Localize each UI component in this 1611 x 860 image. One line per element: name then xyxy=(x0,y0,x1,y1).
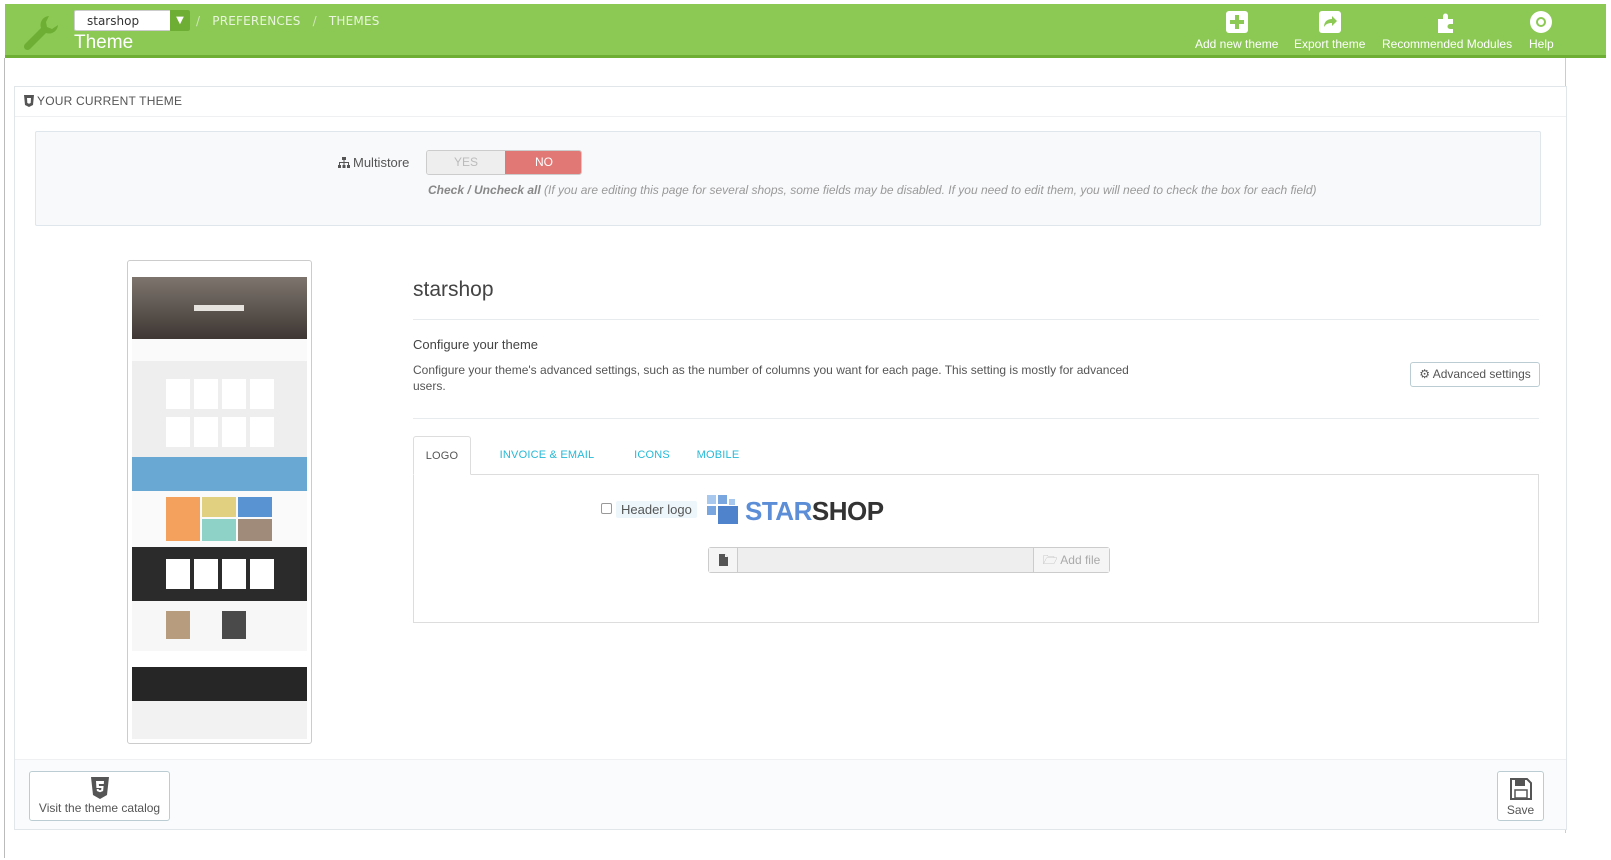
chevron-down-icon: ▼ xyxy=(170,10,190,31)
logo-tab-pane: Header logo STARSHOP 🗁 Add file xyxy=(413,475,1539,623)
gear-icon: ⚙ xyxy=(1419,367,1431,381)
panel-heading: YOUR CURRENT THEME xyxy=(15,87,1566,117)
divider xyxy=(413,418,1539,419)
export-theme-label: Export theme xyxy=(1294,37,1366,51)
multistore-label: Multistore xyxy=(338,155,409,170)
logo-tabs: LOGO INVOICE & EMAIL LOGOS ICONS MOBILE xyxy=(413,436,1539,500)
divider xyxy=(413,319,1539,320)
add-new-theme-button[interactable]: Add new theme xyxy=(1195,10,1278,51)
panel-title: YOUR CURRENT THEME xyxy=(37,94,183,108)
page-title: Theme xyxy=(74,32,134,53)
shop-selector-value: starshop xyxy=(87,14,140,28)
configure-description: Configure your theme's advanced settings… xyxy=(413,363,1129,393)
advanced-settings-button[interactable]: ⚙ Advanced settings xyxy=(1410,362,1540,387)
share-icon xyxy=(1318,11,1341,33)
breadcrumb-item-preferences[interactable]: PREFERENCES xyxy=(212,14,300,28)
add-file-button[interactable]: 🗁 Add file xyxy=(1033,548,1109,572)
page-header: starshop ▼ / PREFERENCES / THEMES Theme … xyxy=(5,4,1606,58)
header-logo-label[interactable]: Header logo xyxy=(616,501,697,518)
panel-footer: Visit the theme catalog Save xyxy=(15,759,1566,829)
file-upload-field[interactable]: 🗁 Add file xyxy=(708,547,1110,573)
html5-icon xyxy=(24,95,34,107)
breadcrumb: / PREFERENCES / THEMES xyxy=(196,14,380,28)
multistore-no-option[interactable]: NO xyxy=(505,151,581,174)
wrench-icon xyxy=(23,16,58,51)
shop-logo-image: STARSHOP xyxy=(707,495,884,526)
lifebuoy-icon xyxy=(1530,11,1553,33)
multistore-yes-option[interactable]: YES xyxy=(427,151,505,174)
plus-square-icon xyxy=(1225,11,1248,33)
save-button[interactable]: Save xyxy=(1497,771,1544,821)
tab-invoice-email-logos[interactable]: INVOICE & EMAIL LOGOS xyxy=(479,436,615,500)
puzzle-icon xyxy=(1438,13,1454,33)
help-label: Help xyxy=(1529,37,1554,51)
tab-mobile[interactable]: MOBILE xyxy=(689,436,747,475)
recommended-modules-label: Recommended Modules xyxy=(1382,37,1513,51)
current-theme-panel: YOUR CURRENT THEME Multistore YES NO Che… xyxy=(14,86,1567,830)
check-uncheck-all-link[interactable]: Check / Uncheck all xyxy=(428,183,541,197)
multistore-switch[interactable]: YES NO xyxy=(426,150,582,175)
starshop-logo-icon xyxy=(707,495,738,524)
header-logo-checkbox[interactable] xyxy=(601,503,612,514)
breadcrumb-item-themes[interactable]: THEMES xyxy=(329,14,380,28)
tab-logo[interactable]: LOGO xyxy=(413,436,471,475)
help-button[interactable]: Help xyxy=(1529,10,1554,51)
floppy-disk-icon xyxy=(1509,778,1532,800)
theme-name-heading: starshop xyxy=(413,278,494,301)
export-theme-button[interactable]: Export theme xyxy=(1294,10,1365,51)
add-new-theme-label: Add new theme xyxy=(1195,37,1279,51)
theme-preview-image xyxy=(127,260,312,744)
recommended-modules-button[interactable]: Recommended Modules xyxy=(1382,10,1512,51)
multistore-box: Multistore YES NO Check / Uncheck all (I… xyxy=(35,131,1541,226)
html5-icon xyxy=(90,777,109,799)
configure-title: Configure your theme xyxy=(413,337,539,352)
file-icon xyxy=(709,548,738,572)
multistore-help-text: Check / Uncheck all (If you are editing … xyxy=(428,183,1317,197)
tab-icons[interactable]: ICONS xyxy=(625,436,679,475)
shop-selector[interactable]: starshop ▼ xyxy=(74,10,190,31)
sitemap-icon xyxy=(338,157,350,168)
visit-theme-catalog-button[interactable]: Visit the theme catalog xyxy=(29,771,170,821)
folder-open-icon: 🗁 xyxy=(1042,553,1058,567)
window-left-edge xyxy=(4,58,5,858)
